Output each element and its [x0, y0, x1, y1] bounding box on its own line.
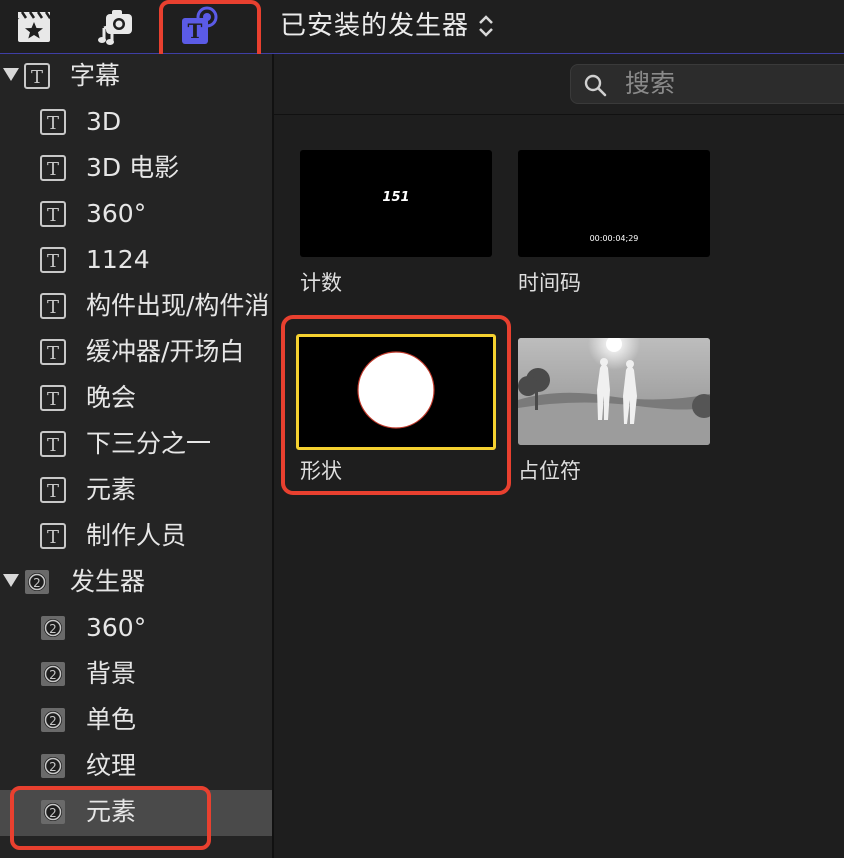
sidebar-item-label: 构件出现/构件消: [86, 291, 270, 320]
search-placeholder: 搜索: [625, 69, 676, 98]
sidebar-item-label: 单色: [86, 705, 137, 734]
thumbnail-timecode-text: 00:00:04;29: [589, 234, 639, 243]
tile-label: 时间码: [518, 271, 581, 295]
tile-timecode[interactable]: 00:00:04;29 时间码: [518, 150, 710, 300]
thumbnail-counting: 151: [300, 150, 492, 257]
sidebar-item-label: 3D 电影: [86, 153, 180, 182]
generator-icon: 2: [25, 570, 49, 594]
sidebar-item-label: 元素: [86, 797, 137, 826]
camera-music-icon[interactable]: [98, 6, 138, 46]
tile-counting[interactable]: 151 计数: [300, 150, 492, 300]
tile-label: 占位符: [518, 459, 581, 483]
title-t-icon: T: [40, 339, 66, 365]
svg-text:2: 2: [49, 760, 57, 774]
svg-text:T: T: [47, 251, 59, 272]
thumbnail-timecode: 00:00:04;29: [518, 150, 710, 257]
sidebar-item-label: 缓冲器/开场白: [86, 337, 245, 366]
svg-text:T: T: [47, 481, 59, 502]
thumbnail-placeholder: [518, 338, 710, 445]
tile-label: 计数: [300, 271, 342, 295]
generator-icon: 2: [41, 754, 65, 778]
tile-label: 形状: [300, 459, 342, 483]
tile-placeholder[interactable]: 占位符: [518, 338, 710, 488]
sidebar-item-label: 制作人员: [86, 521, 187, 550]
title-t-icon: T: [40, 477, 66, 503]
svg-text:2: 2: [33, 576, 41, 590]
sidebar-item-backgrounds[interactable]: 2 背景: [0, 652, 272, 698]
sidebar-item-label: 下三分之一: [86, 429, 212, 458]
title-t-icon: T: [40, 523, 66, 549]
svg-text:T: T: [47, 343, 59, 364]
sidebar-section-label: 字幕: [70, 61, 121, 90]
toolbar: T 已安装的发生器: [0, 0, 844, 67]
disclosure-triangle-icon[interactable]: [3, 574, 19, 587]
sidebar-item-3d-movie[interactable]: T 3D 电影: [0, 146, 272, 192]
sidebar-section-generators[interactable]: 2 发生器: [0, 560, 272, 606]
search-input[interactable]: 搜索: [570, 64, 844, 104]
svg-text:T: T: [47, 159, 59, 180]
titles-generators-icon[interactable]: T: [180, 6, 220, 46]
sidebar-item-360[interactable]: T 360°: [0, 192, 272, 238]
generator-icon: 2: [41, 800, 65, 824]
svg-text:T: T: [47, 389, 59, 410]
svg-text:2: 2: [49, 668, 57, 682]
thumbnail-shapes: [296, 334, 496, 450]
search-icon: [584, 74, 607, 97]
svg-text:2: 2: [49, 714, 57, 728]
svg-text:T: T: [31, 67, 43, 88]
disclosure-triangle-icon[interactable]: [3, 68, 19, 81]
sidebar-item-360-generator[interactable]: 2 360°: [0, 606, 272, 652]
circle-shape-icon: [357, 351, 435, 429]
placeholder-people-image: [518, 338, 710, 445]
sidebar-item-textures[interactable]: 2 纹理: [0, 744, 272, 790]
sidebar-item-label: 1124: [86, 245, 150, 274]
svg-text:T: T: [47, 113, 59, 134]
sidebar-item-party[interactable]: T 晚会: [0, 376, 272, 422]
sidebar: T 字幕 T 3D T 3D 电影 T 360° T 1124 T 构件出现/构…: [0, 54, 274, 858]
generator-icon: 2: [41, 616, 65, 640]
title-t-icon: T: [40, 109, 66, 135]
title-t-icon: T: [24, 63, 50, 89]
generators-title[interactable]: 已安装的发生器: [280, 8, 469, 44]
sidebar-item-label: 背景: [86, 659, 137, 688]
sidebar-item-1124[interactable]: T 1124: [0, 238, 272, 284]
sidebar-item-elements-generators[interactable]: 2 元素: [0, 790, 272, 836]
generator-icon: 2: [41, 708, 65, 732]
title-t-icon: T: [40, 247, 66, 273]
sidebar-item-build-in-out[interactable]: T 构件出现/构件消: [0, 284, 272, 330]
svg-text:2: 2: [49, 806, 57, 820]
svg-text:T: T: [47, 435, 59, 456]
chevron-updown-icon[interactable]: [476, 11, 496, 41]
tile-shapes[interactable]: 形状: [296, 334, 496, 484]
sidebar-section-titles[interactable]: T 字幕: [0, 54, 272, 100]
svg-text:T: T: [47, 205, 59, 226]
title-t-icon: T: [40, 155, 66, 181]
generator-browser: 151 计数 00:00:04;29 时间码 形状 占位符: [274, 115, 844, 858]
browser-header: 搜索: [274, 54, 844, 115]
sidebar-section-label: 发生器: [70, 567, 146, 596]
clapper-star-icon[interactable]: [14, 6, 54, 46]
sidebar-item-label: 360°: [86, 199, 147, 228]
sidebar-item-solids[interactable]: 2 单色: [0, 698, 272, 744]
sidebar-item-elements-titles[interactable]: T 元素: [0, 468, 272, 514]
svg-text:T: T: [188, 19, 203, 43]
title-t-icon: T: [40, 201, 66, 227]
sidebar-item-lower-thirds[interactable]: T 下三分之一: [0, 422, 272, 468]
title-t-icon: T: [40, 385, 66, 411]
sidebar-item-bumper-opener[interactable]: T 缓冲器/开场白: [0, 330, 272, 376]
thumbnail-number: 151: [382, 190, 410, 205]
sidebar-item-label: 元素: [86, 475, 137, 504]
sidebar-item-label: 3D: [86, 107, 122, 136]
sidebar-item-label: 纹理: [86, 751, 137, 780]
svg-text:T: T: [47, 527, 59, 548]
title-t-icon: T: [40, 293, 66, 319]
sidebar-item-label: 晚会: [86, 383, 137, 412]
svg-text:2: 2: [49, 622, 57, 636]
svg-text:T: T: [47, 297, 59, 318]
sidebar-item-3d[interactable]: T 3D: [0, 100, 272, 146]
generator-icon: 2: [41, 662, 65, 686]
sidebar-item-label: 360°: [86, 613, 147, 642]
sidebar-item-credits[interactable]: T 制作人员: [0, 514, 272, 560]
title-t-icon: T: [40, 431, 66, 457]
